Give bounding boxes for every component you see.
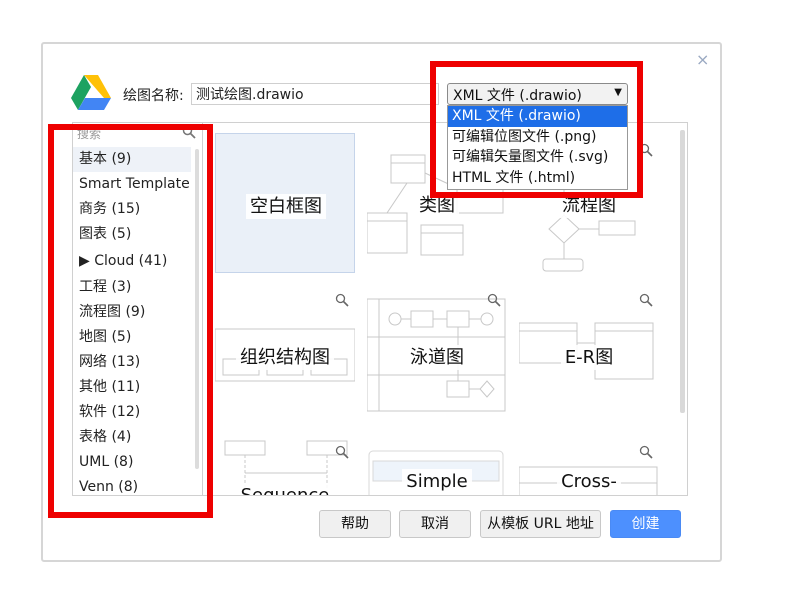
file-format-select[interactable]: XML 文件 (.drawio) ▼ <box>447 83 628 105</box>
category-list: 基本 (9) Smart Template 商务 (15) 图表 (5) ▶ C… <box>73 147 193 495</box>
template-grid-scrollbar[interactable] <box>680 130 685 413</box>
zoom-icon[interactable] <box>335 445 349 459</box>
template-label: 泳道图 <box>406 345 468 370</box>
template-label: Sequence <box>236 483 334 495</box>
format-option-svg[interactable]: 可编辑矢量图文件 (.svg) <box>448 147 627 168</box>
zoom-icon[interactable] <box>487 293 501 307</box>
template-er-diagram[interactable]: E-R图 <box>519 285 659 425</box>
category-cloud[interactable]: ▶ Cloud (41) <box>73 247 193 275</box>
template-org-chart[interactable]: 组织结构图 <box>215 285 355 425</box>
format-option-html[interactable]: HTML 文件 (.html) <box>448 168 627 189</box>
template-swimlane[interactable]: 泳道图 <box>367 285 507 425</box>
category-other[interactable]: 其他 (11) <box>73 375 193 400</box>
template-search[interactable]: 搜索 <box>73 123 203 143</box>
template-simple[interactable]: Simple <box>367 437 507 495</box>
search-placeholder: 搜索 <box>77 127 102 141</box>
category-flowchart[interactable]: 流程图 (9) <box>73 300 193 325</box>
template-label: 流程图 <box>558 193 620 218</box>
category-software[interactable]: 软件 (12) <box>73 400 193 425</box>
zoom-icon[interactable] <box>639 445 653 459</box>
file-format-dropdown: XML 文件 (.drawio) 可编辑位图文件 (.png) 可编辑矢量图文件… <box>447 105 628 190</box>
category-tables[interactable]: 表格 (4) <box>73 425 193 450</box>
from-template-url-button[interactable]: 从模板 URL 地址 <box>480 510 601 538</box>
template-blank[interactable]: 空白框图 <box>215 133 355 273</box>
template-label: Cross- <box>557 469 621 494</box>
template-sequence[interactable]: Sequence <box>215 437 355 495</box>
close-icon[interactable]: × <box>696 52 709 68</box>
help-button[interactable]: 帮助 <box>319 510 391 538</box>
zoom-icon[interactable] <box>335 293 349 307</box>
category-basic[interactable]: 基本 (9) <box>73 147 191 172</box>
category-network[interactable]: 网络 (13) <box>73 350 193 375</box>
category-charts[interactable]: 图表 (5) <box>73 222 193 247</box>
category-maps[interactable]: 地图 (5) <box>73 325 193 350</box>
sidebar-scrollbar[interactable] <box>195 149 199 469</box>
diagram-name-label: 绘图名称: <box>123 88 184 104</box>
template-label: E-R图 <box>560 345 618 370</box>
template-label: Simple <box>402 469 472 494</box>
template-cross-functional[interactable]: Cross- <box>519 437 659 495</box>
template-category-sidebar: 搜索 基本 (9) Smart Template 商务 (15) 图表 (5) … <box>72 122 203 496</box>
zoom-icon[interactable] <box>639 293 653 307</box>
format-option-png[interactable]: 可编辑位图文件 (.png) <box>448 127 627 148</box>
format-option-drawio[interactable]: XML 文件 (.drawio) <box>448 106 627 127</box>
category-uml[interactable]: UML (8) <box>73 450 193 475</box>
category-engineering[interactable]: 工程 (3) <box>73 275 193 300</box>
template-label: 类图 <box>415 193 459 218</box>
template-label: 空白框图 <box>246 194 326 219</box>
cancel-button[interactable]: 取消 <box>399 510 471 538</box>
zoom-icon[interactable] <box>639 143 653 157</box>
chevron-down-icon: ▼ <box>614 87 622 98</box>
category-venn[interactable]: Venn (8) <box>73 475 193 495</box>
google-drive-icon <box>71 75 111 110</box>
template-label: 组织结构图 <box>236 345 334 370</box>
search-icon[interactable] <box>182 125 196 139</box>
diagram-name-input[interactable] <box>191 83 439 105</box>
category-smart-template[interactable]: Smart Template <box>73 172 193 197</box>
create-button[interactable]: 创建 <box>610 510 681 538</box>
file-format-selected: XML 文件 (.drawio) <box>453 88 582 104</box>
category-business[interactable]: 商务 (15) <box>73 197 193 222</box>
